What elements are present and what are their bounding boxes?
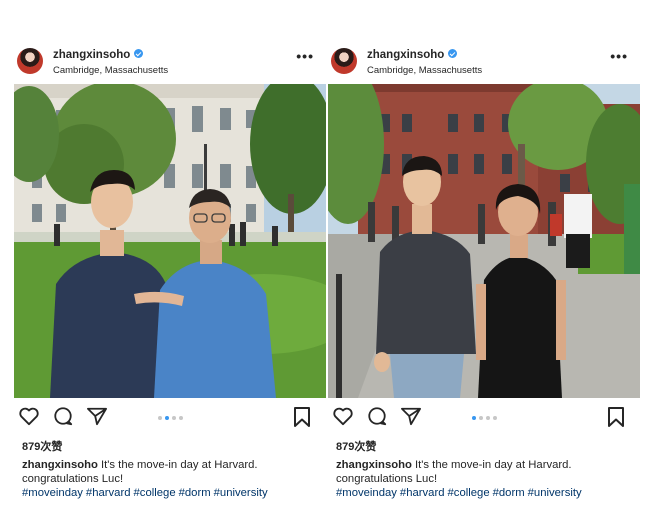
hashtag[interactable]: #moveinday (22, 487, 83, 499)
caption-username[interactable]: zhangxinsoho (22, 459, 98, 471)
location[interactable]: Cambridge, Massachusetts (367, 65, 482, 76)
hashtag[interactable]: #harvard (400, 487, 445, 499)
bookmark-icon[interactable] (292, 406, 312, 428)
post-actions (14, 404, 326, 432)
like-count[interactable]: 879次赞 (22, 438, 62, 454)
photo-father-son (14, 84, 326, 398)
post-header: zhangxinsoho Cambridge, Massachusetts ••… (14, 46, 326, 82)
post-photo[interactable] (14, 84, 326, 398)
hashtag-list: #moveinday #harvard #college #dorm #universi… (336, 487, 585, 499)
carousel-dots (328, 416, 640, 420)
hashtag-list: #moveinday #harvard #college #dorm #universi… (22, 487, 271, 499)
instagram-post: zhangxinsoho Cambridge, Massachusetts ••… (328, 0, 640, 518)
carousel-dot (492, 416, 497, 420)
avatar[interactable] (17, 48, 43, 74)
username-text[interactable]: zhangxinsoho (367, 49, 444, 61)
username[interactable]: zhangxinsoho (53, 49, 144, 61)
verified-badge-icon (134, 49, 144, 58)
location[interactable]: Cambridge, Massachusetts (53, 65, 168, 76)
carousel-dot (485, 416, 490, 420)
hashtag[interactable]: #university (528, 487, 582, 499)
bookmark-icon[interactable] (606, 406, 626, 428)
hashtag[interactable]: #dorm (493, 487, 525, 499)
post-caption: zhangxinsoho It's the move-in day at Harv… (22, 458, 322, 500)
like-count[interactable]: 879次赞 (336, 438, 376, 454)
carousel-dot (171, 416, 176, 420)
post-caption: zhangxinsoho It's the move-in day at Harv… (336, 458, 636, 500)
post-photo[interactable] (328, 84, 640, 398)
hashtag[interactable]: #harvard (86, 487, 131, 499)
instagram-post: zhangxinsoho Cambridge, Massachusetts ••… (14, 0, 326, 518)
username-text[interactable]: zhangxinsoho (53, 49, 130, 61)
carousel-dot (178, 416, 183, 420)
carousel-dot (478, 416, 483, 420)
post-header: zhangxinsoho Cambridge, Massachusetts ••… (328, 46, 640, 82)
carousel-dot (157, 416, 162, 420)
more-options-icon[interactable]: ••• (610, 49, 628, 63)
carousel-dots (14, 416, 326, 420)
avatar[interactable] (331, 48, 357, 74)
username[interactable]: zhangxinsoho (367, 49, 458, 61)
hashtag[interactable]: #university (214, 487, 268, 499)
carousel-dot (164, 416, 169, 420)
more-options-icon[interactable]: ••• (296, 49, 314, 63)
photo-mother-son (328, 84, 640, 398)
caption-username[interactable]: zhangxinsoho (336, 459, 412, 471)
hashtag[interactable]: #college (448, 487, 490, 499)
hashtag[interactable]: #moveinday (336, 487, 397, 499)
carousel-dot (471, 416, 476, 420)
hashtag[interactable]: #dorm (179, 487, 211, 499)
verified-badge-icon (448, 49, 458, 58)
post-actions (328, 404, 640, 432)
hashtag[interactable]: #college (134, 487, 176, 499)
